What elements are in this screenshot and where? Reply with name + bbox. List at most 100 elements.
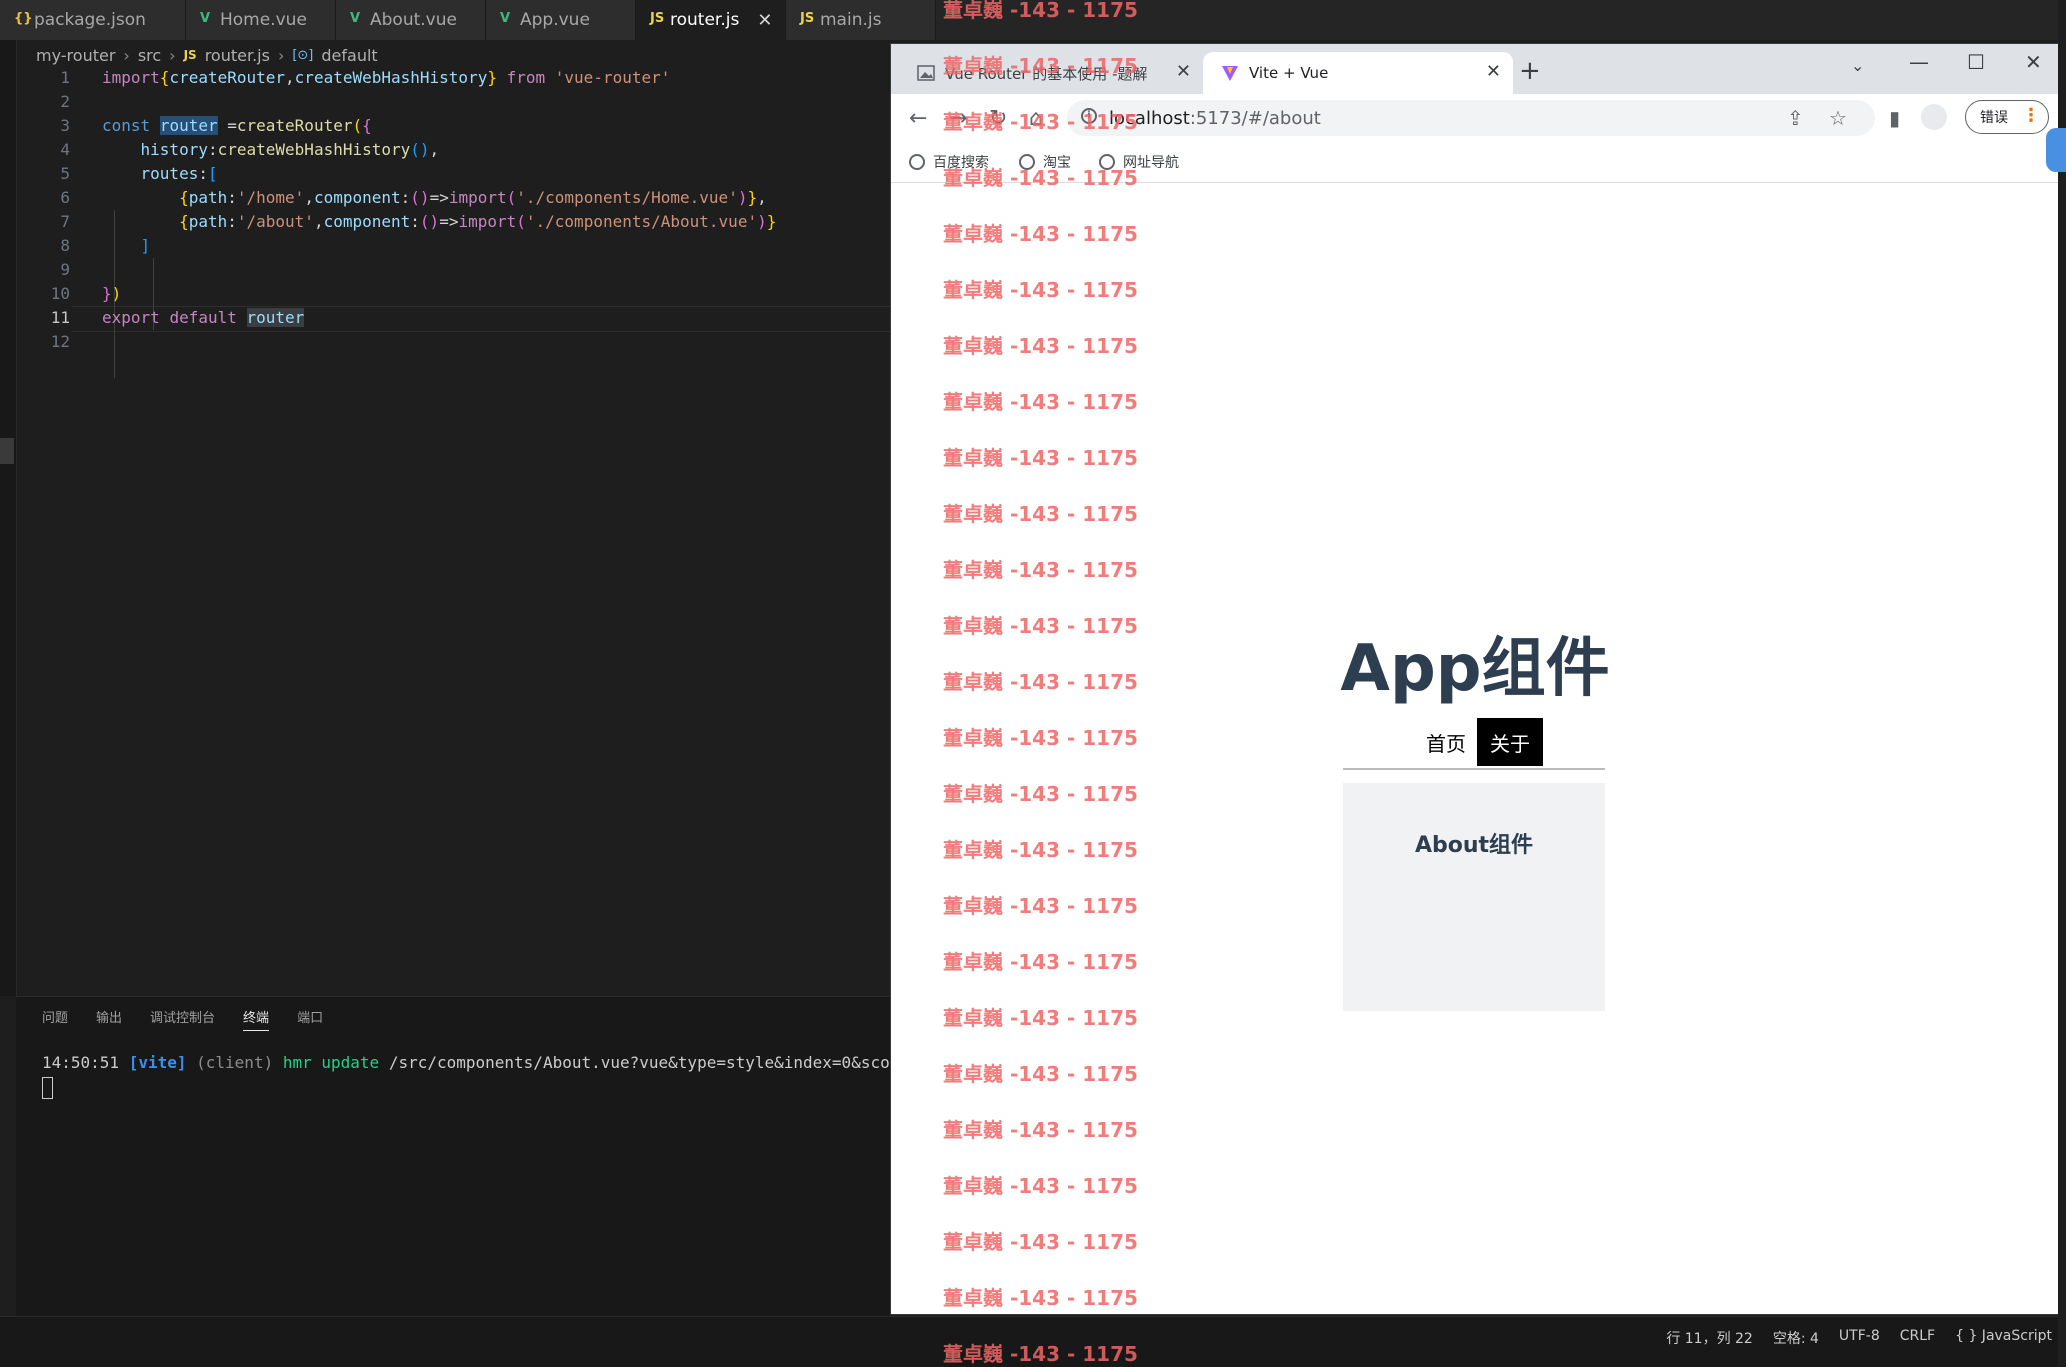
tab-package-json[interactable]: {} package.json bbox=[0, 0, 186, 40]
watermark-text: 董卓巍 -143 - 1175 bbox=[943, 558, 1138, 582]
watermark-text: 董卓巍 -143 - 1175 bbox=[943, 838, 1138, 862]
tab-label: package.json bbox=[34, 10, 146, 30]
js-file-icon: JS bbox=[183, 48, 197, 62]
share-icon[interactable]: ⇪ bbox=[1787, 106, 1804, 130]
tab-app-vue[interactable]: V App.vue bbox=[486, 0, 636, 40]
vue-file-icon: V bbox=[200, 11, 211, 26]
tab-terminal[interactable]: 终端 bbox=[243, 1007, 270, 1031]
breadcrumb-folder[interactable]: src bbox=[138, 46, 161, 65]
error-button[interactable]: 错误 ⋮ bbox=[1965, 100, 2049, 134]
breadcrumb: my-router › src › JS router.js › [⊙] def… bbox=[36, 44, 378, 66]
panel-tabs: 问题 输出 调试控制台 终端 端口 bbox=[42, 1007, 323, 1031]
code-line-8[interactable]: ] bbox=[102, 234, 151, 258]
nav-link-home[interactable]: 首页 bbox=[1415, 718, 1477, 766]
star-bookmark-icon[interactable]: ☆ bbox=[1829, 106, 1847, 130]
line-number: 5 bbox=[60, 164, 70, 183]
watermark-text: 董卓巍 -143 - 1175 bbox=[943, 1006, 1138, 1030]
scroll-marker[interactable] bbox=[0, 438, 14, 464]
chevron-down-icon[interactable]: ⌄ bbox=[1851, 56, 1864, 75]
tab-problems[interactable]: 问题 bbox=[42, 1007, 68, 1031]
code-line-6[interactable]: {path:'/home',component:()=>import('./co… bbox=[102, 186, 767, 210]
image-favicon-icon bbox=[917, 65, 935, 81]
watermark-text: 董卓巍 -143 - 1175 bbox=[943, 614, 1138, 638]
vue-file-icon: V bbox=[350, 11, 361, 26]
breadcrumb-file[interactable]: router.js bbox=[205, 46, 270, 65]
terminal-output-line: 14:50:51 [vite] (client) hmr update /src… bbox=[42, 1053, 948, 1072]
status-cursor-position[interactable]: 行 11，列 22 bbox=[1666, 1328, 1753, 1348]
about-heading: About组件 bbox=[1414, 833, 1534, 858]
variable-symbol-icon: [⊙] bbox=[292, 47, 314, 63]
minimize-icon[interactable]: — bbox=[1909, 50, 1929, 74]
terminal-cursor[interactable] bbox=[42, 1077, 53, 1099]
code-line-3[interactable]: const router =createRouter({ bbox=[102, 114, 372, 138]
chevron-right-icon: › bbox=[277, 45, 285, 65]
watermark-text: 董卓巍 -143 - 1175 bbox=[943, 1174, 1138, 1198]
tab-home-vue[interactable]: V Home.vue bbox=[186, 0, 336, 40]
watermark-text: 董卓巍 -143 - 1175 bbox=[943, 1342, 1138, 1366]
js-file-icon: JS bbox=[650, 11, 665, 26]
breadcrumb-symbol[interactable]: default bbox=[321, 46, 377, 65]
bottom-panel: 问题 输出 调试控制台 终端 端口 14:50:51 [vite] (clien… bbox=[16, 996, 948, 1317]
watermark-text: 董卓巍 -143 - 1175 bbox=[943, 782, 1138, 806]
tab-label: About.vue bbox=[370, 10, 457, 30]
status-indentation[interactable]: 空格: 4 bbox=[1773, 1328, 1819, 1348]
code-line-4[interactable]: history:createWebHashHistory(), bbox=[102, 138, 440, 162]
maximize-icon[interactable]: ☐ bbox=[1967, 50, 1985, 74]
breadcrumb-project[interactable]: my-router bbox=[36, 46, 115, 65]
status-eol[interactable]: CRLF bbox=[1900, 1328, 1935, 1348]
tab-main-js[interactable]: JS main.js bbox=[786, 0, 936, 40]
watermark-text: 董卓巍 -143 - 1175 bbox=[943, 1062, 1138, 1086]
nav-link-about[interactable]: 关于 bbox=[1477, 718, 1543, 766]
code-line-7[interactable]: {path:'/about',component:()=>import('./c… bbox=[102, 210, 776, 234]
new-tab-icon[interactable]: + bbox=[1519, 56, 1541, 86]
watermark-text: 董卓巍 -143 - 1175 bbox=[943, 446, 1138, 470]
watermark-text: 董卓巍 -143 - 1175 bbox=[943, 278, 1138, 302]
code-editor[interactable]: 1 2 3 4 5 6 7 8 9 10 11 12 import{create… bbox=[16, 66, 906, 996]
chevron-right-icon: › bbox=[123, 45, 130, 65]
code-line-1[interactable]: import{createRouter,createWebHashHistory… bbox=[102, 66, 670, 90]
close-icon[interactable]: ✕ bbox=[1486, 61, 1501, 82]
watermark-text: 董卓巍 -143 - 1175 bbox=[943, 110, 1138, 134]
tab-label: Home.vue bbox=[220, 10, 307, 30]
code-line-10[interactable]: }) bbox=[102, 282, 121, 306]
tab-debug-console[interactable]: 调试控制台 bbox=[150, 1007, 215, 1031]
line-number: 11 bbox=[50, 308, 70, 327]
terminal-vite-tag: [vite] bbox=[128, 1053, 187, 1072]
close-icon[interactable]: ✕ bbox=[757, 10, 772, 31]
watermark-text: 董卓巍 -143 - 1175 bbox=[943, 950, 1138, 974]
tab-about-vue[interactable]: V About.vue bbox=[336, 0, 486, 40]
profile-avatar-icon[interactable] bbox=[1921, 104, 1947, 130]
js-file-icon: JS bbox=[800, 11, 815, 26]
code-line-11[interactable]: export default router bbox=[102, 306, 305, 330]
tab-output[interactable]: 输出 bbox=[96, 1007, 122, 1031]
back-arrow-icon[interactable]: ← bbox=[909, 106, 927, 131]
router-nav: 首页 关于 bbox=[1343, 718, 1605, 770]
watermark-text: 董卓巍 -143 - 1175 bbox=[943, 894, 1138, 918]
line-number: 7 bbox=[60, 212, 70, 231]
tab-label: App.vue bbox=[520, 10, 590, 30]
watermark-text: 董卓巍 -143 - 1175 bbox=[943, 670, 1138, 694]
watermark-text: 董卓巍 -143 - 1175 bbox=[943, 0, 1138, 22]
tab-label: router.js bbox=[670, 10, 740, 30]
close-window-icon[interactable]: ✕ bbox=[2025, 50, 2042, 74]
tab-router-js[interactable]: JS router.js ✕ bbox=[636, 0, 786, 40]
more-vertical-icon[interactable]: ⋮ bbox=[2022, 105, 2040, 126]
url-text[interactable]: localhost:5173/#/about bbox=[1109, 108, 1321, 129]
terminal-time: 14:50:51 bbox=[42, 1053, 120, 1072]
status-encoding[interactable]: UTF-8 bbox=[1839, 1328, 1880, 1348]
address-bar[interactable]: i localhost:5173/#/about ⇪ ☆ bbox=[1067, 100, 1875, 136]
about-component: About组件 bbox=[1343, 783, 1605, 1011]
left-gutter-strip bbox=[0, 40, 17, 996]
side-widget-tab[interactable] bbox=[2046, 128, 2066, 172]
chevron-right-icon: › bbox=[169, 45, 176, 65]
browser-tab-vite-vue[interactable]: Vite + Vue ✕ bbox=[1203, 52, 1513, 94]
tab-ports[interactable]: 端口 bbox=[297, 1007, 323, 1031]
status-language[interactable]: { } JavaScript bbox=[1955, 1328, 2052, 1348]
close-icon[interactable]: ✕ bbox=[1176, 61, 1191, 82]
side-panel-icon[interactable]: ▮ bbox=[1889, 106, 1900, 130]
browser-tab-title: Vite + Vue bbox=[1249, 64, 1329, 82]
url-path: :5173/#/about bbox=[1189, 108, 1321, 129]
line-number: 4 bbox=[60, 140, 70, 159]
watermark-text: 董卓巍 -143 - 1175 bbox=[943, 1230, 1138, 1254]
code-line-5[interactable]: routes:[ bbox=[102, 162, 218, 186]
